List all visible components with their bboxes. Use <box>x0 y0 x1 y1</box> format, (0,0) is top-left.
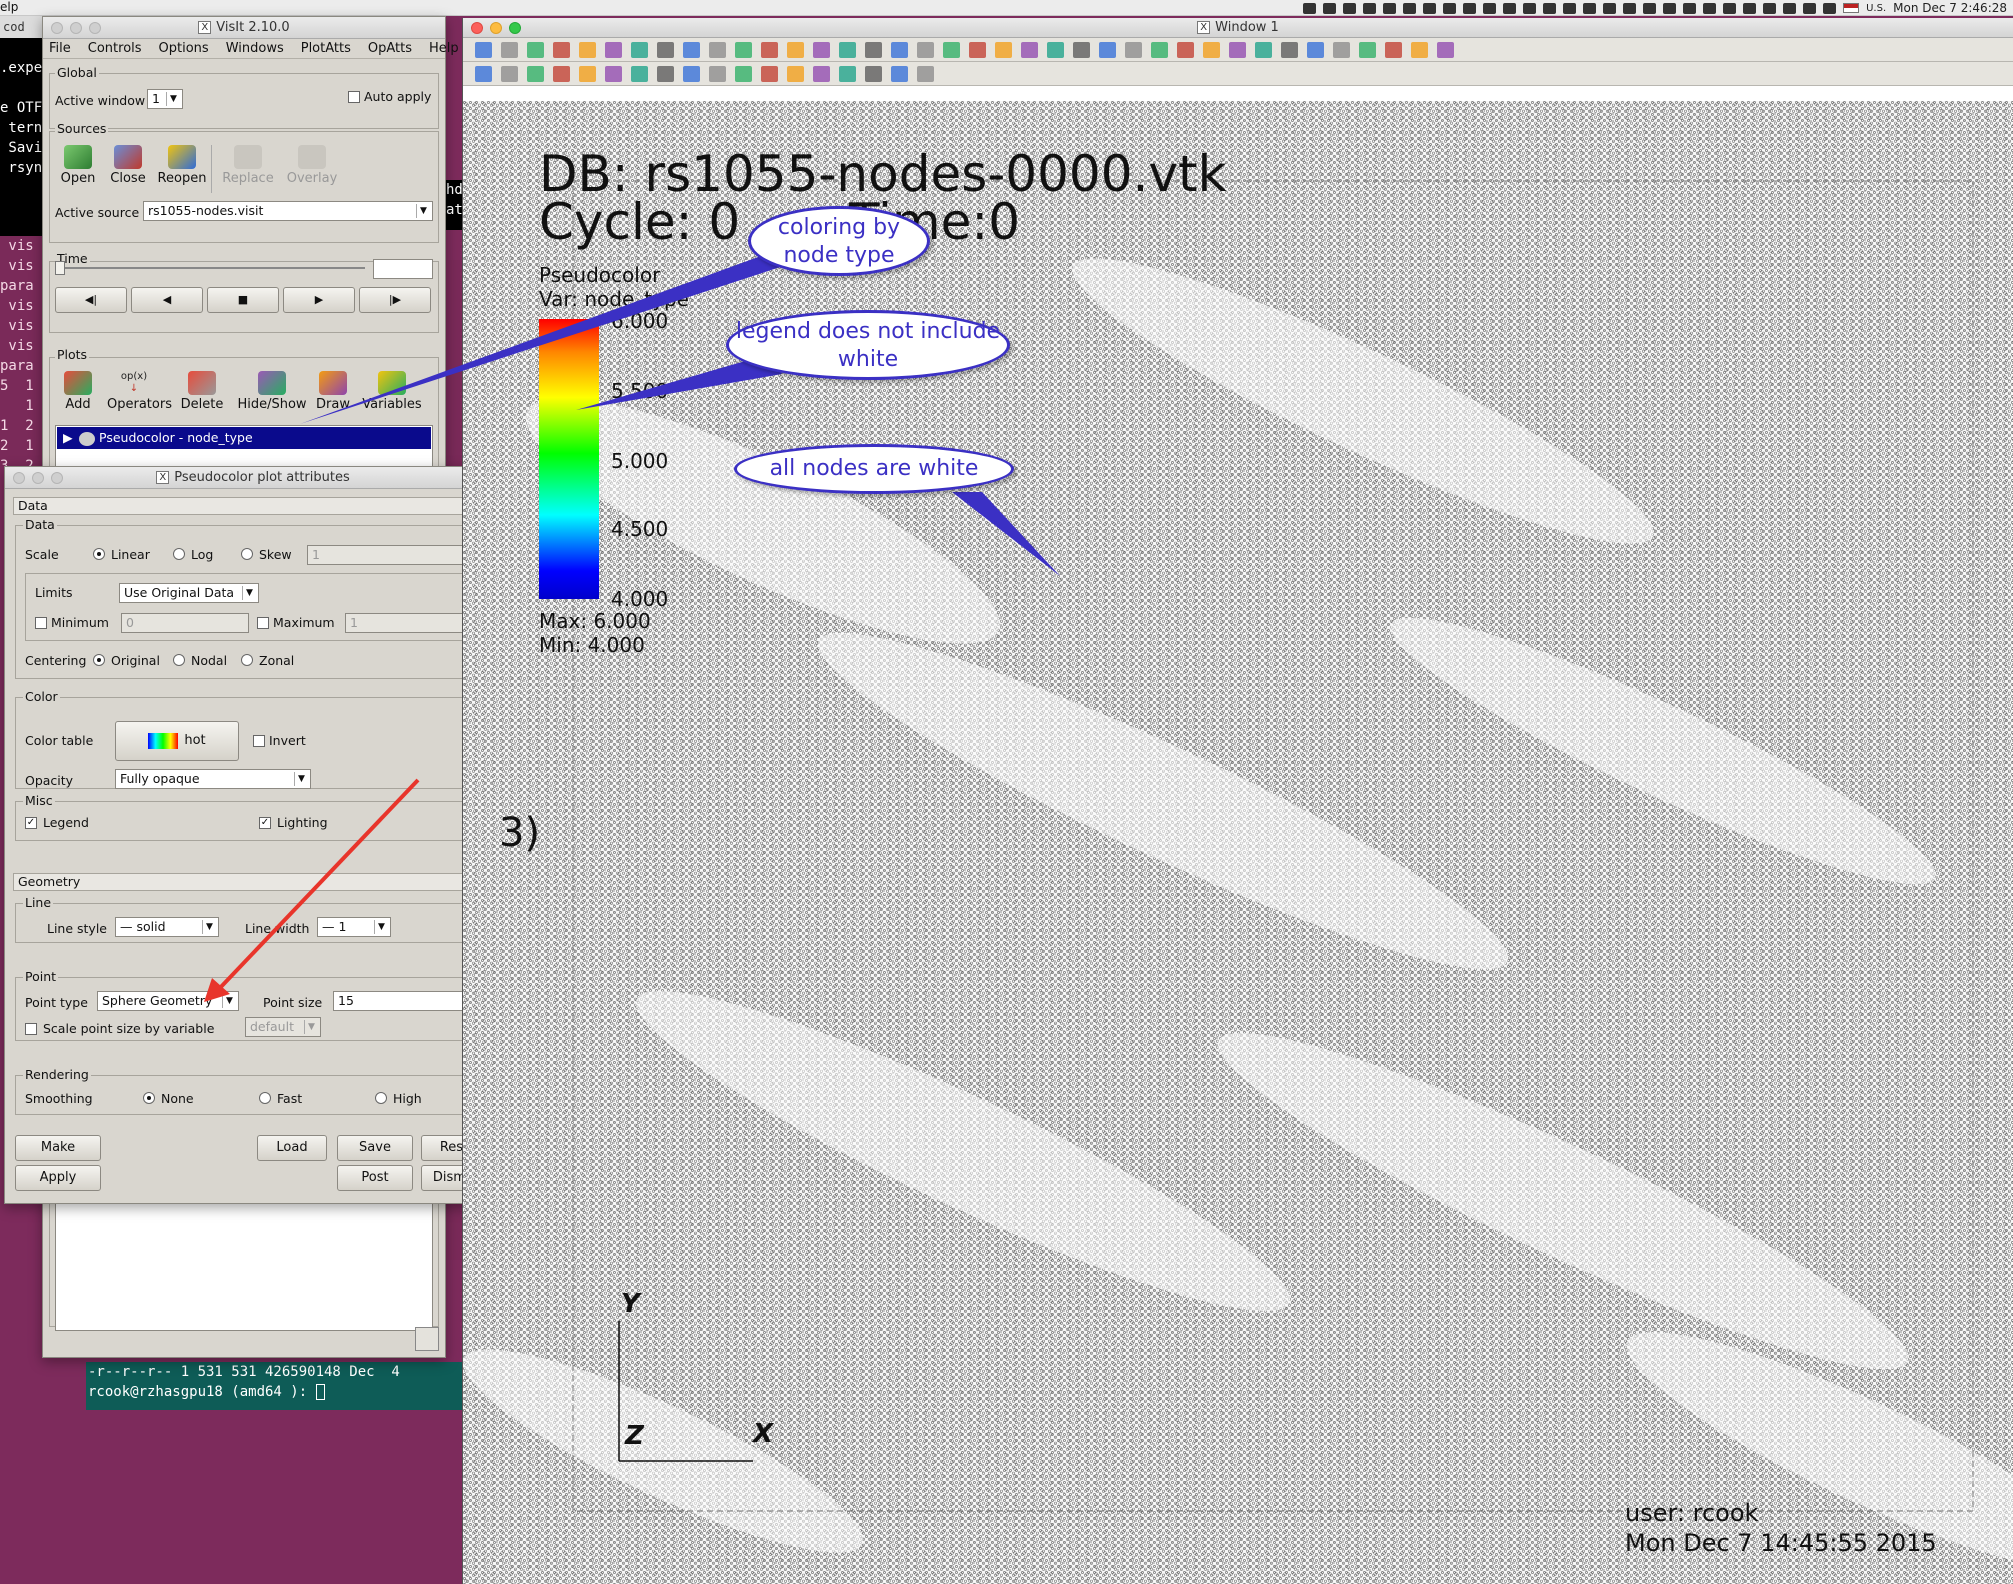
annotation-bubble-coloring: coloring by node type <box>748 206 930 276</box>
bubble3-pointer <box>952 492 1060 576</box>
annotation-bubble-nodes: all nodes are white <box>734 444 1014 494</box>
annotation-bubble-legend: legend does not include white <box>726 310 1010 380</box>
desktop: elp U.S. Mon Dec 7 2:46:28 cod .expe e O… <box>0 0 2013 1584</box>
red-arrow-line <box>216 778 420 992</box>
annotation-overlay <box>204 248 1060 1002</box>
